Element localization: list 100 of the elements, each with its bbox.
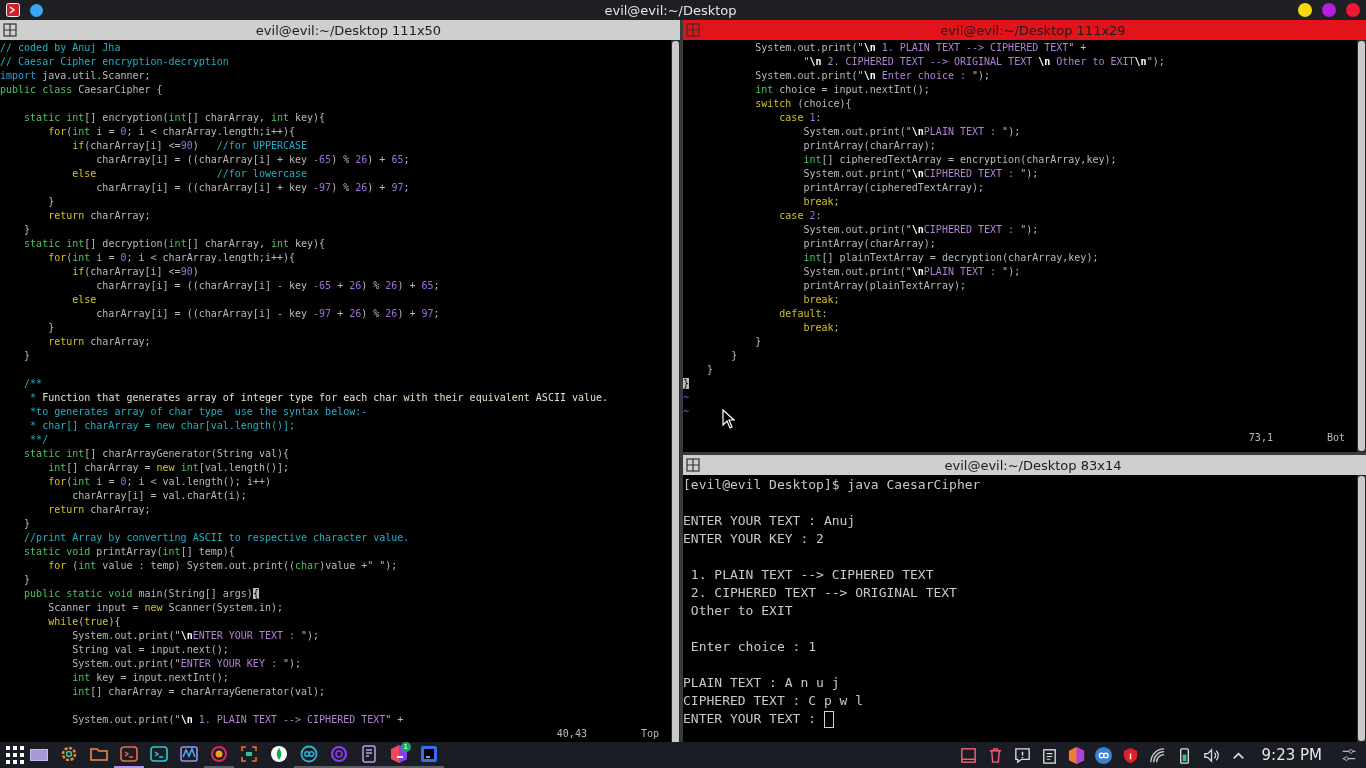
sphere-icon[interactable] bbox=[30, 3, 43, 17]
code-line: if(charArray[i] <=90) bbox=[71, 265, 199, 279]
code-line: System.out.print("\nPLAIN TEXT : "); bbox=[802, 265, 1021, 279]
code-line: } bbox=[754, 335, 762, 349]
terminal-line: 1. PLAIN TEXT --> CIPHERED TEXT bbox=[689, 566, 934, 584]
code-line: } bbox=[23, 223, 31, 237]
terminal-icon bbox=[119, 744, 139, 764]
clock[interactable]: 9:23 PM bbox=[1261, 746, 1322, 764]
ring-icon bbox=[329, 744, 349, 764]
code-line: Scanner input = new Scanner(System.in); bbox=[47, 601, 283, 615]
code-line: static int[] charArrayGenerator(String val){ bbox=[23, 447, 289, 461]
code-line: if(charArray[i] <=90) //for UPPERCASE bbox=[71, 139, 308, 153]
code-line: } bbox=[47, 321, 55, 335]
code-line: charArray[i] = ((charArray[i] + key -65) % 26) + 65; bbox=[95, 153, 410, 167]
qb-icon[interactable] bbox=[1093, 745, 1113, 765]
code-line: // Caesar Cipher encryption-decryption bbox=[0, 55, 229, 69]
code-line: switch (choice){ bbox=[754, 97, 852, 111]
terminal-line: Other to EXIT bbox=[689, 602, 793, 620]
code-line: break; bbox=[802, 321, 840, 335]
gear-icon bbox=[59, 744, 79, 764]
code-line: for(int i = 0; i < charArray.length;i++){ bbox=[47, 125, 296, 139]
pane-title: evil@evil:~/Desktop 111x50 bbox=[254, 22, 443, 38]
code-line: for(int i = 0; i < val.length(); i++) bbox=[47, 475, 271, 489]
scrollbar[interactable] bbox=[1357, 40, 1366, 452]
code-line: String val = input.next(); bbox=[71, 643, 229, 657]
terminal-line: ENTER YOUR KEY : 2 bbox=[683, 530, 824, 548]
code-line: int[] charArray = new int[val.length()]; bbox=[47, 461, 289, 475]
pane-title: evil@evil:~/Desktop 83x14 bbox=[943, 457, 1123, 473]
code-line: **/ bbox=[29, 433, 49, 447]
code-line: import java.util.Scanner; bbox=[0, 69, 151, 83]
code-line: public class CaesarCipher { bbox=[0, 83, 163, 97]
code-line: charArray[i] = ((charArray[i] + key -97) % 26) + 97; bbox=[95, 181, 410, 195]
panel-icon[interactable] bbox=[958, 745, 978, 765]
split-icon[interactable] bbox=[686, 23, 700, 37]
scrollbar[interactable] bbox=[671, 40, 680, 742]
code-line: return charArray; bbox=[47, 503, 151, 517]
scroll-position: Top bbox=[640, 727, 659, 741]
chart-icon bbox=[179, 744, 199, 764]
close-button[interactable] bbox=[1346, 3, 1360, 17]
code-line: } bbox=[23, 517, 31, 531]
terminal-app-icon[interactable] bbox=[6, 3, 20, 17]
screenshot-icon bbox=[239, 744, 259, 764]
code-line: case 2: bbox=[778, 209, 822, 223]
code-line: } bbox=[706, 363, 714, 377]
code-line: } bbox=[23, 573, 31, 587]
leaf-icon bbox=[269, 744, 289, 764]
scrollbar[interactable] bbox=[1357, 475, 1366, 742]
code-line: charArray[i] = ((charArray[i] - key -65 + 26) % 26) + 65; bbox=[95, 279, 440, 293]
code-line: for(int i = 0; i < charArray.length;i++){ bbox=[47, 251, 296, 265]
notification-badge: 1 bbox=[400, 742, 411, 752]
code-line: * char[] charArray = new char[val.length()]; bbox=[29, 419, 295, 433]
cursor-position: 40,43 bbox=[556, 727, 587, 741]
code-line: System.out.print("\nCIPHERED TEXT : "); bbox=[802, 223, 1039, 237]
terminal-line: [evil@evil Desktop]$ java CaesarCipher bbox=[683, 476, 981, 494]
code-line: printArray(cipheredTextArray); bbox=[802, 181, 985, 195]
code-line: static int[] decryption(int[] charArray, int key){ bbox=[23, 237, 326, 251]
settings-icon[interactable] bbox=[1340, 746, 1358, 764]
code-line: static void printArray(int[] temp){ bbox=[23, 545, 235, 559]
terminal-line: PLAIN TEXT : A n u j bbox=[683, 674, 840, 692]
terminal-line: ENTER YOUR TEXT : Anuj bbox=[683, 512, 856, 530]
code-line: System.out.print("\nPLAIN TEXT : "); bbox=[802, 125, 1021, 139]
code-line: default: bbox=[778, 307, 828, 321]
minimize-button[interactable] bbox=[1298, 3, 1312, 17]
code-line: printArray(charArray); bbox=[802, 237, 936, 251]
cursor-position: 73,1 bbox=[1248, 431, 1273, 445]
scroll-position: Bot bbox=[1326, 431, 1345, 445]
document-icon bbox=[359, 744, 379, 764]
notification-icon[interactable] bbox=[1012, 745, 1032, 765]
split-icon[interactable] bbox=[3, 23, 17, 37]
code-line: } bbox=[23, 349, 31, 363]
code-line: int[] cipheredTextArray = encryption(charArray,key); bbox=[802, 153, 1117, 167]
terminal-line: 2. CIPHERED TEXT --> ORIGINAL TEXT bbox=[689, 584, 957, 602]
code-line: else bbox=[71, 293, 97, 307]
maximize-button[interactable] bbox=[1322, 3, 1336, 17]
code-line: System.out.print("\nENTER YOUR TEXT : "); bbox=[71, 629, 320, 643]
browser-icon bbox=[209, 744, 229, 764]
code-line: System.out.print("ENTER YOUR KEY : "); bbox=[71, 657, 302, 671]
ide-icon bbox=[419, 744, 439, 764]
code-line: System.out.print("\nCIPHERED TEXT : "); bbox=[802, 167, 1039, 181]
code-line: return charArray; bbox=[47, 209, 151, 223]
code-line: int[] plainTextArray = decryption(charArray,key); bbox=[802, 251, 1099, 265]
wifi-icon[interactable] bbox=[1147, 745, 1167, 765]
code-line: case 1: bbox=[778, 111, 822, 125]
app-grid-icon[interactable] bbox=[4, 744, 26, 766]
terminal-icon bbox=[149, 744, 169, 764]
code-line: charArray[i] = ((charArray[i] - key -97 + 26) % 26) + 97; bbox=[95, 307, 440, 321]
code-line: int choice = input.nextInt(); bbox=[754, 83, 930, 97]
code-line: "\n 2. CIPHERED TEXT --> ORIGINAL TEXT \n Other to EXIT\n"); bbox=[802, 55, 1165, 69]
hexagon-icon[interactable] bbox=[1066, 745, 1086, 765]
code-line: /** bbox=[23, 377, 43, 391]
terminal-line: CIPHERED TEXT : C p w l bbox=[683, 692, 863, 710]
code-line: *to generates array of char type use the syntax below:- bbox=[29, 405, 368, 419]
code-line: return charArray; bbox=[47, 335, 151, 349]
code-line: while(true){ bbox=[47, 615, 121, 629]
code-line: break; bbox=[802, 293, 840, 307]
window-title: evil@evil:~/Desktop bbox=[603, 2, 738, 18]
terminal-line: Enter choice : 1 bbox=[689, 638, 817, 656]
split-icon[interactable] bbox=[686, 458, 700, 472]
mouse-pointer-icon bbox=[722, 409, 735, 429]
code-line: else //for lowercase bbox=[71, 167, 308, 181]
